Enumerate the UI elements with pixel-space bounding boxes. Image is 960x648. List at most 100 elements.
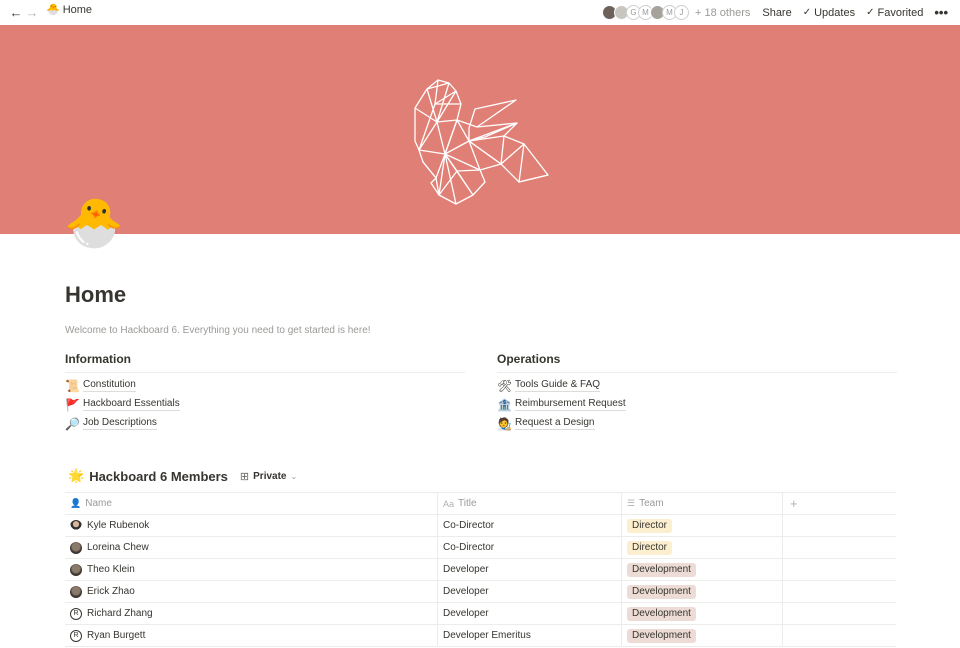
title-cell[interactable]: Co-Director xyxy=(438,537,622,558)
member-name: Erick Zhao xyxy=(87,586,135,597)
table-row[interactable]: R Richard Zhang Developer Development xyxy=(65,603,896,625)
collaborator-avatar[interactable]: J xyxy=(674,5,690,20)
table-header: 👤 Name Aa Title ☰ Team + xyxy=(65,493,896,515)
geometric-bird-icon xyxy=(414,79,549,205)
hammer-wrench-icon: 🛠 xyxy=(497,378,513,393)
view-selector[interactable]: ⊞ Private ⌄ xyxy=(240,470,297,483)
name-cell[interactable]: Loreina Chew xyxy=(65,537,438,558)
member-title: Co-Director xyxy=(443,542,495,553)
favorited-button[interactable]: ✓ Favorited xyxy=(866,7,923,19)
database-title[interactable]: Hackboard 6 Members xyxy=(89,469,228,484)
name-cell[interactable]: R Ryan Burgett xyxy=(65,625,438,646)
page-icon[interactable]: 🐣 xyxy=(64,200,124,248)
database-header: 🌟 Hackboard 6 Members ⊞ Private ⌄ xyxy=(68,468,297,484)
table-row[interactable]: Erick Zhao Developer Development xyxy=(65,581,896,603)
table-row[interactable]: Loreina Chew Co-Director Director xyxy=(65,537,896,559)
team-cell[interactable]: Director xyxy=(622,515,783,536)
top-bar: ← → 🐣 Home GMMJ + 18 others Share ✓ Updat… xyxy=(0,0,960,25)
title-cell[interactable]: Developer xyxy=(438,603,622,624)
member-title: Developer xyxy=(443,608,489,619)
column-label: Name xyxy=(85,498,112,509)
avatar xyxy=(70,563,82,576)
member-name: Ryan Burgett xyxy=(87,630,146,641)
top-actions: GMMJ + 18 others Share ✓ Updates ✓ Favorit… xyxy=(602,0,948,25)
member-title: Developer xyxy=(443,586,489,597)
table-row[interactable]: Kyle Rubenok Co-Director Director xyxy=(65,515,896,537)
team-cell[interactable]: Director xyxy=(622,537,783,558)
column-header-name[interactable]: 👤 Name xyxy=(65,493,438,514)
link-constitution[interactable]: 📜 Constitution xyxy=(65,379,465,393)
magnifying-glass-icon: 🔎 xyxy=(65,416,80,431)
empty-cell xyxy=(783,515,896,536)
view-label: Private xyxy=(253,470,287,482)
others-count[interactable]: + 18 others xyxy=(695,7,750,19)
add-column: + xyxy=(783,493,896,514)
team-cell[interactable]: Development xyxy=(622,581,783,602)
page-cover xyxy=(0,25,960,234)
table-row[interactable]: R Ryan Burgett Developer Emeritus Developme… xyxy=(65,625,896,647)
name-cell[interactable]: Theo Klein xyxy=(65,559,438,580)
flag-icon: 🚩 xyxy=(65,397,80,412)
avatar xyxy=(70,585,82,598)
team-tag: Director xyxy=(627,540,673,555)
name-cell[interactable]: Kyle Rubenok xyxy=(65,515,438,536)
title-cell[interactable]: Developer xyxy=(438,581,622,602)
arrow-right-icon[interactable]: → xyxy=(25,5,39,20)
link-label: Job Descriptions xyxy=(83,417,157,430)
list-icon: ☰ xyxy=(627,498,636,508)
person-icon: 👤 xyxy=(70,498,82,508)
table-body: Kyle Rubenok Co-Director Director Loreina C… xyxy=(65,515,896,647)
operations-section: Operations 🛠 Tools Guide & FAQ 🏦 Reimbur… xyxy=(497,352,897,431)
collaborator-avatars[interactable]: GMMJ xyxy=(602,5,690,20)
link-job-descriptions[interactable]: 🔎 Job Descriptions xyxy=(65,416,465,431)
empty-cell xyxy=(783,603,896,624)
team-cell[interactable]: Development xyxy=(622,625,783,646)
artist-icon: 🧑‍🎨 xyxy=(497,416,512,431)
breadcrumb-label: Home xyxy=(62,4,93,16)
empty-cell xyxy=(783,625,896,646)
title-cell[interactable]: Developer Emeritus xyxy=(438,625,622,646)
member-title: Developer xyxy=(443,564,489,575)
empty-cell xyxy=(783,581,896,602)
member-name: Loreina Chew xyxy=(87,542,149,553)
member-title: Co-Director xyxy=(443,520,495,531)
column-header-title[interactable]: Aa Title xyxy=(438,493,622,514)
updates-button[interactable]: ✓ Updates xyxy=(803,7,855,19)
avatar xyxy=(70,519,82,532)
name-cell[interactable]: Erick Zhao xyxy=(65,581,438,602)
team-tag: Development xyxy=(627,606,696,621)
member-title: Developer Emeritus xyxy=(443,630,531,641)
title-cell[interactable]: Developer xyxy=(438,559,622,580)
column-header-team[interactable]: ☰ Team xyxy=(622,493,783,514)
breadcrumb[interactable]: 🐣 Home xyxy=(46,4,92,16)
link-label: Reimbursement Request xyxy=(515,398,626,411)
favorited-label: Favorited xyxy=(877,6,924,19)
star-icon: 🌟 xyxy=(68,468,85,483)
table-row[interactable]: Theo Klein Developer Development xyxy=(65,559,896,581)
arrow-left-icon[interactable]: ← xyxy=(9,5,23,20)
link-request-design[interactable]: 🧑‍🎨 Request a Design xyxy=(497,416,897,431)
link-tools-guide[interactable]: 🛠 Tools Guide & FAQ xyxy=(497,378,897,393)
team-cell[interactable]: Development xyxy=(622,603,783,624)
title-cell[interactable]: Co-Director xyxy=(438,515,622,536)
member-name: Kyle Rubenok xyxy=(87,520,150,531)
avatar: R xyxy=(70,607,82,620)
avatar: R xyxy=(70,629,82,642)
link-hackboard-essentials[interactable]: 🚩 Hackboard Essentials xyxy=(65,397,465,412)
text-icon: Aa xyxy=(443,498,455,509)
empty-cell xyxy=(783,537,896,558)
share-button[interactable]: Share xyxy=(762,7,791,19)
team-tag: Development xyxy=(627,628,696,643)
name-cell[interactable]: R Richard Zhang xyxy=(65,603,438,624)
team-cell[interactable]: Development xyxy=(622,559,783,580)
link-label: Tools Guide & FAQ xyxy=(515,379,601,392)
check-icon: ✓ xyxy=(802,7,812,18)
link-reimbursement-request[interactable]: 🏦 Reimbursement Request xyxy=(497,397,897,412)
team-tag: Development xyxy=(627,584,696,599)
bank-icon: 🏦 xyxy=(497,397,512,412)
more-options-icon[interactable]: ••• xyxy=(934,5,948,20)
team-tag: Development xyxy=(627,562,696,577)
page-title: Home xyxy=(65,282,127,307)
column-label: Title xyxy=(458,498,477,509)
plus-icon[interactable]: + xyxy=(788,496,798,511)
